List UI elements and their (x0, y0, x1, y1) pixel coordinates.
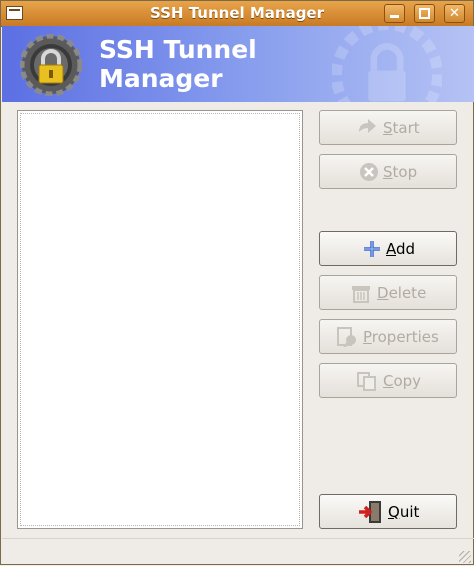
maximize-button[interactable] (414, 4, 435, 23)
copy-icon (357, 372, 376, 391)
copy-label: Copy (383, 372, 422, 390)
resize-grip-icon[interactable] (459, 551, 471, 563)
tunnel-list[interactable] (17, 110, 303, 529)
stop-icon (360, 163, 378, 181)
start-button[interactable]: Start (319, 110, 457, 145)
close-button[interactable]: ✕ (444, 4, 465, 23)
quit-label: Quit (388, 503, 420, 521)
properties-button[interactable]: Properties (319, 319, 457, 354)
header-banner: SSH Tunnel Manager (2, 26, 474, 102)
watermark-lock-icon (332, 26, 442, 102)
stop-label: Stop (383, 163, 418, 181)
minimize-button[interactable] (384, 4, 405, 23)
properties-label: Properties (363, 328, 439, 346)
status-bar (2, 538, 474, 566)
start-arrow-icon (359, 119, 376, 133)
properties-icon (337, 327, 356, 347)
title-bar[interactable]: SSH Tunnel Manager ✕ (1, 1, 473, 27)
add-label: Add (386, 240, 416, 258)
start-label: Start (383, 119, 420, 137)
copy-button[interactable]: Copy (319, 363, 457, 398)
banner-title: SSH Tunnel Manager (99, 35, 319, 93)
main-window: SSH Tunnel Manager ✕ SSH Tunnel Manager (0, 0, 474, 565)
banner-title-line2: Manager (99, 64, 223, 93)
stop-button[interactable]: Stop (319, 154, 457, 189)
banner-title-line1: SSH Tunnel (99, 35, 257, 64)
plus-icon (364, 241, 380, 257)
delete-label: Delete (377, 284, 427, 302)
add-button[interactable]: Add (319, 231, 457, 266)
quit-button[interactable]: Quit (319, 494, 457, 529)
delete-button[interactable]: Delete (319, 275, 457, 310)
quit-door-icon (359, 501, 381, 523)
delete-icon (352, 286, 370, 303)
lock-logo-icon (20, 34, 82, 96)
